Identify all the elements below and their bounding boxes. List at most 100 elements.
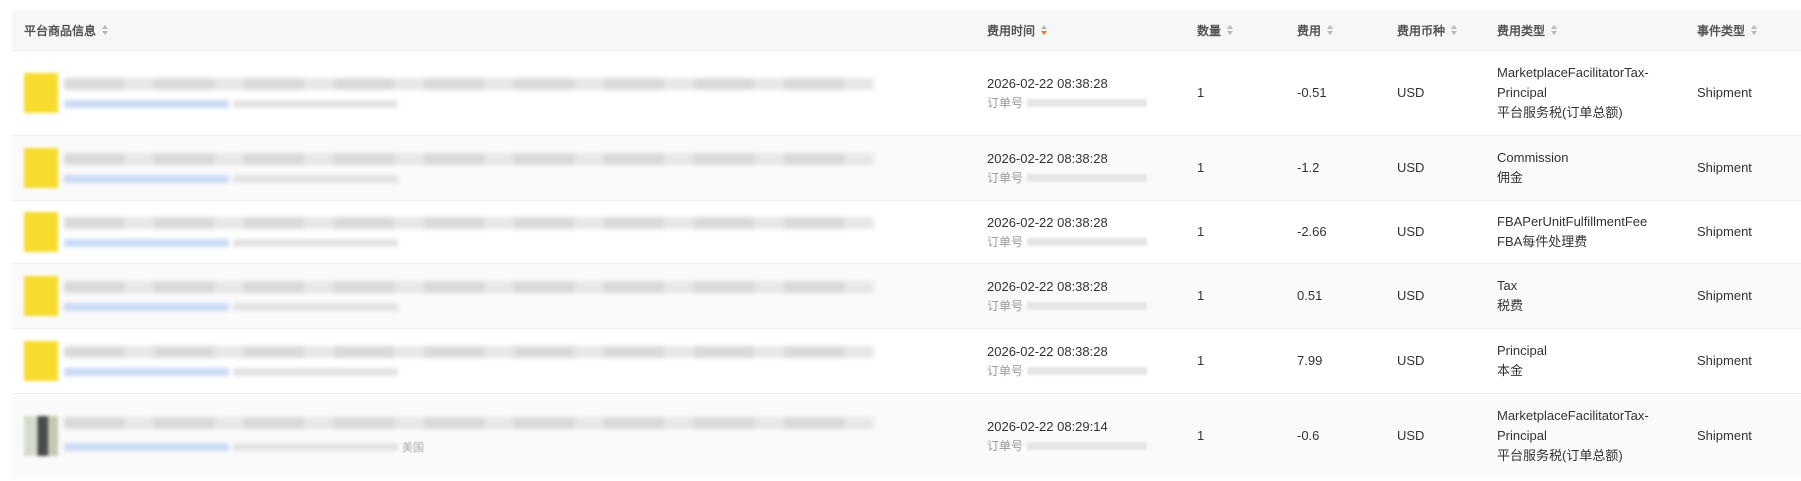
table-row[interactable]: 2026-02-22 08:38:28 订单号 1 -1.2 USD Commis… [12, 135, 1801, 200]
product-info [24, 264, 934, 328]
quantity: 1 [1197, 288, 1205, 303]
fee-type-cn: 本金 [1497, 363, 1524, 378]
quantity-cell: 1 [1197, 136, 1277, 200]
event-type: Shipment [1697, 353, 1752, 368]
product-title-redacted[interactable] [64, 217, 874, 229]
fee-type-cn: 平台服务税(订单总额) [1497, 105, 1623, 120]
quantity-cell: 1 [1197, 394, 1277, 478]
table-row[interactable]: 2026-02-22 08:38:28 订单号 1 7.99 USD Princi… [12, 328, 1801, 393]
event-type-cell: Shipment [1697, 394, 1797, 478]
order-number-redacted[interactable] [1027, 99, 1148, 107]
fee-time-cell: 2026-02-22 08:38:28 订单号 [987, 136, 1177, 200]
product-info: 美国 [24, 394, 934, 478]
order-label: 订单号 [987, 439, 1024, 453]
order-label: 订单号 [987, 364, 1024, 378]
product-info [24, 51, 934, 135]
event-type: Shipment [1697, 224, 1752, 239]
fee-type-en: Tax [1497, 278, 1518, 293]
col-fee-time[interactable]: 费用时间 [987, 10, 1177, 50]
order-number-redacted[interactable] [1027, 174, 1148, 182]
table-row[interactable]: 2026-02-22 08:38:28 订单号 1 0.51 USD Tax 税费 … [12, 263, 1801, 328]
quantity-cell: 1 [1197, 329, 1277, 393]
sort-icon[interactable] [1451, 25, 1458, 35]
order-number-redacted[interactable] [1027, 238, 1148, 246]
order-number-redacted[interactable] [1027, 367, 1148, 375]
quantity-cell: 1 [1197, 264, 1277, 328]
fee-amount: -2.66 [1297, 224, 1327, 239]
product-link-redacted[interactable] [64, 303, 229, 311]
fee-time: 2026-02-22 08:29:14 [987, 419, 1108, 434]
fee-time: 2026-02-22 08:38:28 [987, 344, 1108, 359]
product-title-redacted[interactable] [64, 281, 874, 293]
sort-icon[interactable] [1551, 25, 1558, 35]
product-title-redacted[interactable] [64, 417, 874, 429]
header-label: 费用类型 [1497, 23, 1546, 38]
currency: USD [1397, 224, 1425, 239]
table-row[interactable]: 2026-02-22 08:38:28 订单号 1 -2.66 USD FBAPe… [12, 200, 1801, 263]
quantity: 1 [1197, 353, 1205, 368]
quantity: 1 [1197, 160, 1205, 175]
table-row[interactable]: 美国 2026-02-22 08:29:14 订单号 1 -0.6 USD Mar… [12, 393, 1801, 478]
sort-desc-icon[interactable] [1041, 25, 1048, 35]
header-label: 费用 [1297, 23, 1322, 38]
fee-type-en: Commission [1497, 150, 1569, 165]
product-thumbnail[interactable] [24, 276, 58, 316]
fee-type-cell: Principal 本金 [1497, 329, 1677, 393]
product-thumbnail[interactable] [24, 148, 58, 188]
order-label: 订单号 [987, 96, 1024, 110]
fee-time: 2026-02-22 08:38:28 [987, 151, 1108, 166]
fee-type-en: FBAPerUnitFulfillmentFee [1497, 214, 1648, 229]
fee-type-en-cont: Principal [1497, 85, 1547, 100]
quantity: 1 [1197, 224, 1205, 239]
order-number-redacted[interactable] [1027, 442, 1148, 450]
product-info [24, 136, 934, 200]
col-product-info[interactable]: 平台商品信息 [24, 10, 934, 50]
product-title-redacted[interactable] [64, 153, 874, 165]
event-type-cell: Shipment [1697, 264, 1797, 328]
fee-amount: -0.6 [1297, 428, 1320, 443]
event-type: Shipment [1697, 288, 1752, 303]
product-thumbnail[interactable] [24, 212, 58, 252]
product-link-redacted[interactable] [64, 368, 229, 376]
col-currency[interactable]: 费用币种 [1397, 10, 1477, 50]
currency: USD [1397, 428, 1425, 443]
product-link-redacted[interactable] [64, 100, 229, 108]
product-link-redacted[interactable] [64, 175, 229, 183]
sort-icon[interactable] [1751, 25, 1758, 35]
header-label: 费用时间 [987, 23, 1036, 38]
fee-cell: -0.51 [1297, 51, 1387, 135]
fee-time-cell: 2026-02-22 08:38:28 订单号 [987, 51, 1177, 135]
sort-icon[interactable] [1227, 25, 1234, 35]
fee-cell: -2.66 [1297, 201, 1387, 263]
order-number: 订单号 [987, 94, 1177, 112]
sort-icon[interactable] [1327, 25, 1334, 35]
col-event-type[interactable]: 事件类型 [1697, 10, 1797, 50]
fee-type-en: MarketplaceFacilitatorTax- [1497, 65, 1649, 80]
product-meta-redacted [233, 368, 398, 376]
order-number-redacted[interactable] [1027, 302, 1148, 310]
product-link-redacted[interactable] [64, 443, 229, 451]
event-type-cell: Shipment [1697, 136, 1797, 200]
currency-cell: USD [1397, 329, 1477, 393]
sort-icon[interactable] [102, 25, 109, 35]
product-meta-redacted [233, 239, 398, 247]
col-fee-type[interactable]: 费用类型 [1497, 10, 1677, 50]
product-link-redacted[interactable] [64, 239, 229, 247]
product-title-redacted[interactable] [64, 78, 874, 90]
col-quantity[interactable]: 数量 [1197, 10, 1277, 50]
col-fee[interactable]: 费用 [1297, 10, 1387, 50]
event-type: Shipment [1697, 428, 1752, 443]
product-thumbnail[interactable] [24, 416, 58, 456]
fee-amount: 0.51 [1297, 288, 1323, 303]
product-meta-redacted [233, 175, 398, 183]
fee-type-cell: Tax 税费 [1497, 264, 1677, 328]
order-number: 订单号 [987, 437, 1177, 455]
product-thumbnail[interactable] [24, 341, 58, 381]
product-title-redacted[interactable] [64, 346, 874, 358]
fee-amount: -0.51 [1297, 85, 1327, 100]
order-label: 订单号 [987, 171, 1024, 185]
fee-type-cn: 佣金 [1497, 170, 1524, 185]
quantity: 1 [1197, 428, 1205, 443]
product-thumbnail[interactable] [24, 73, 58, 113]
table-row[interactable]: 2026-02-22 08:38:28 订单号 1 -0.51 USD Marke… [12, 50, 1801, 135]
